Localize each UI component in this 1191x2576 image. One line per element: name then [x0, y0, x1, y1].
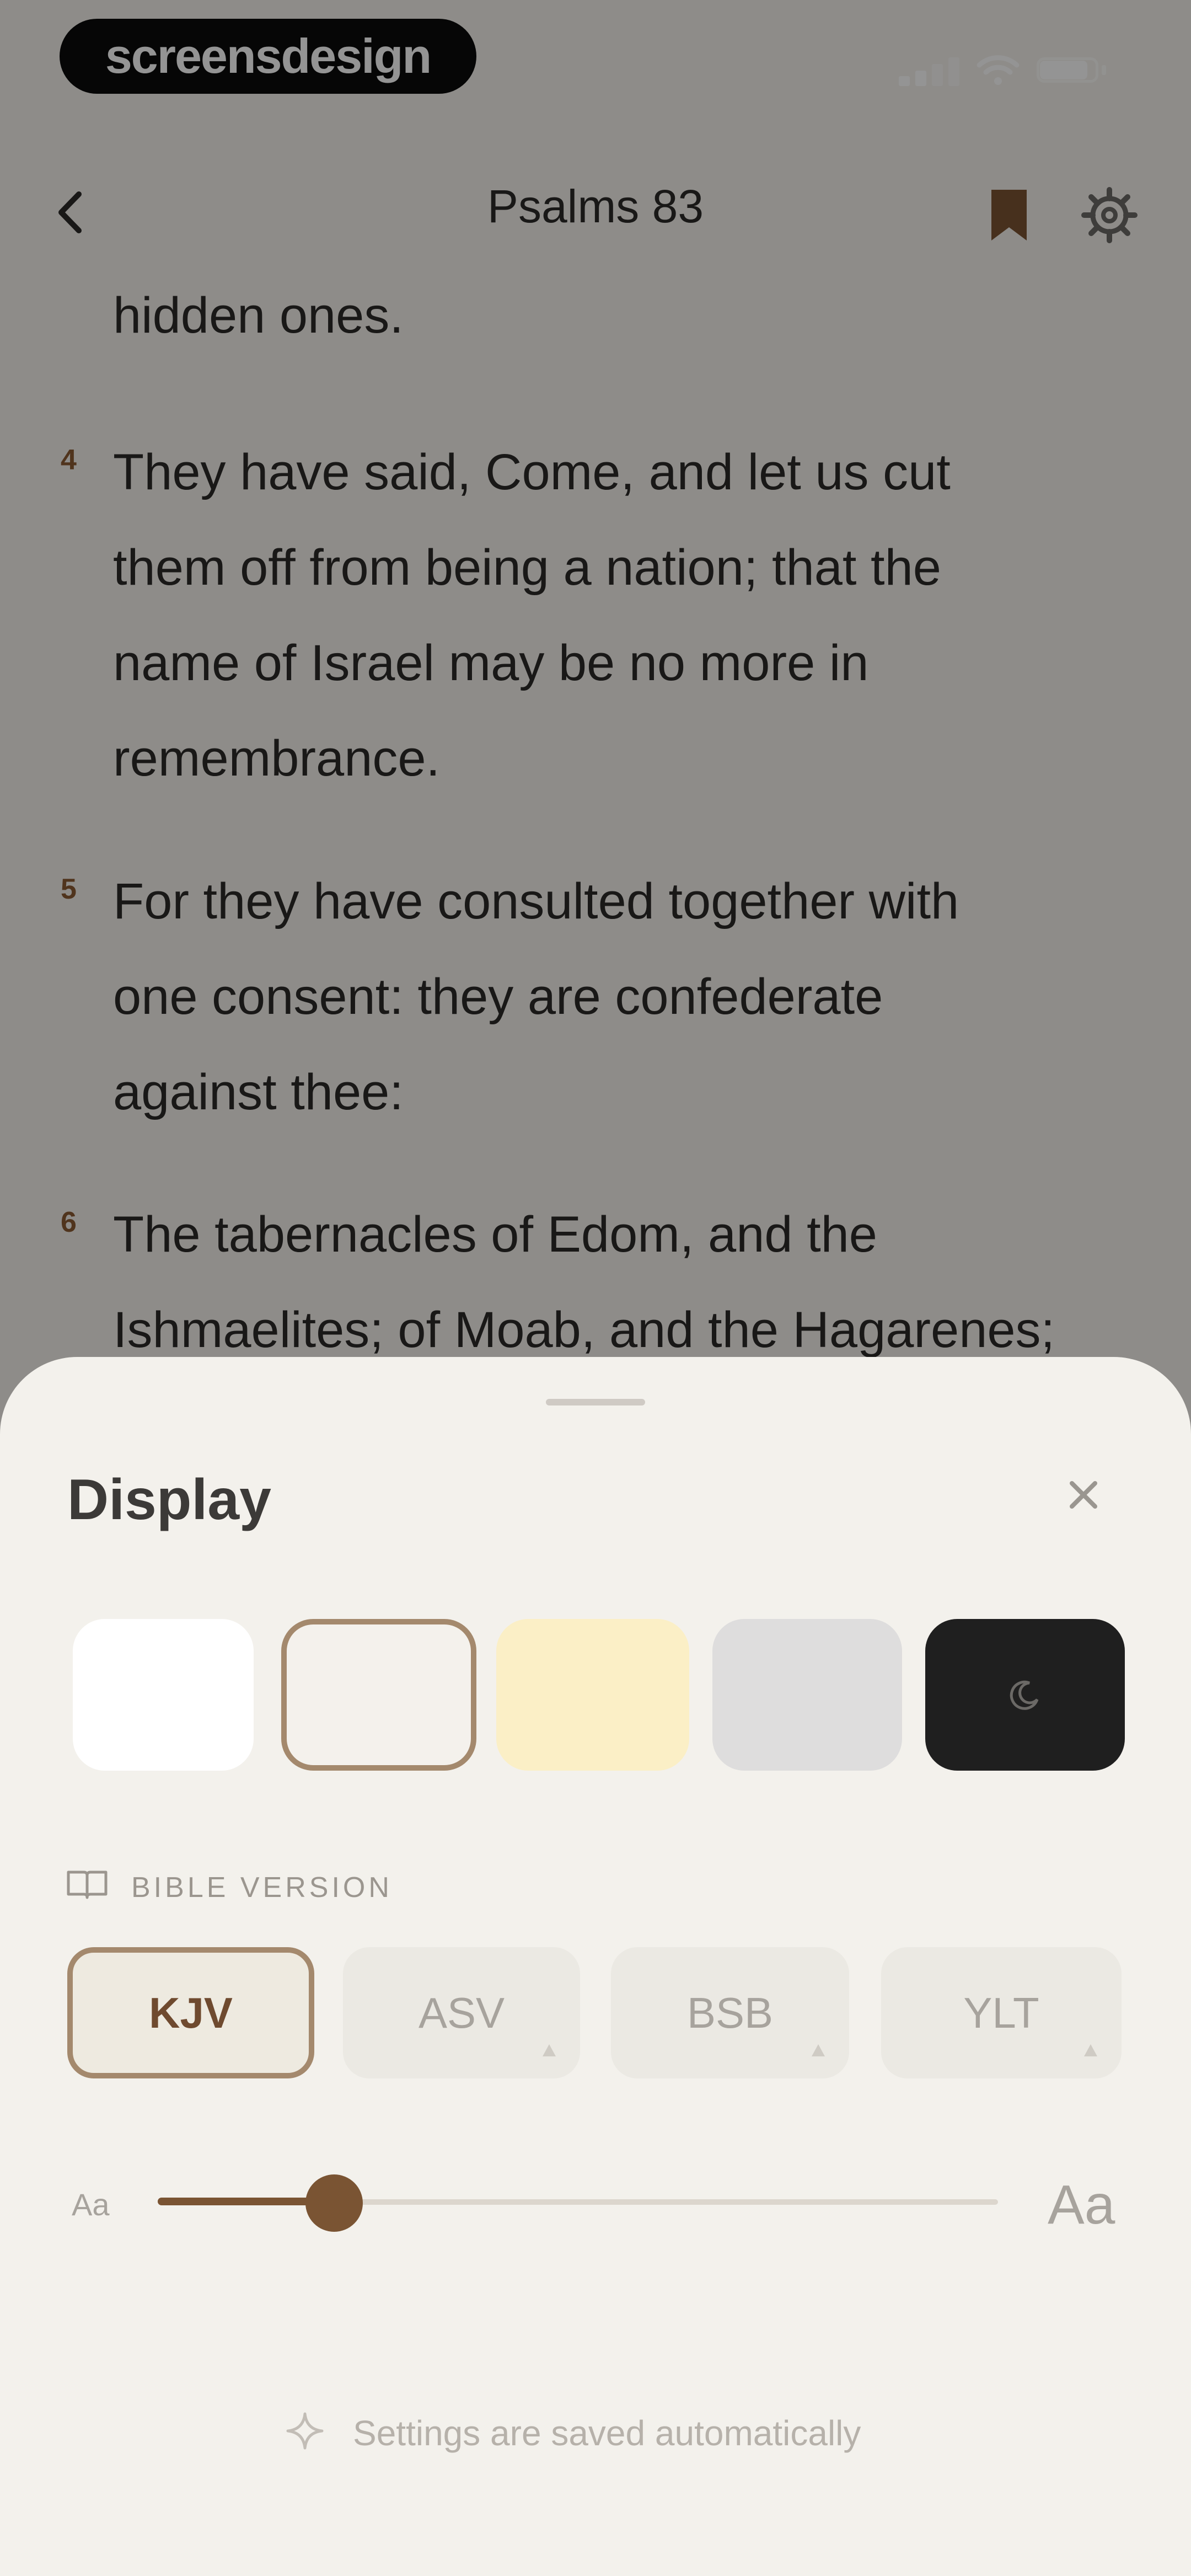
version-label: KJV [149, 1989, 233, 2037]
bible-version-text: BIBLE VERSION [131, 1872, 393, 1904]
open-book-icon [67, 1870, 108, 1899]
sheet-title: Display [67, 1468, 271, 1532]
lock-icon [543, 2044, 556, 2056]
version-ylt-button[interactable]: YLT [881, 1947, 1122, 2078]
version-label: BSB [686, 1989, 774, 2037]
autosave-note: Settings are saved automatically [0, 2405, 1191, 2455]
theme-gray-swatch[interactable] [712, 1619, 902, 1771]
autosave-text: Settings are saved automatically [353, 2413, 861, 2453]
theme-sepia-swatch[interactable] [496, 1619, 689, 1771]
reader-screen: screensdesign Psalms 83 hidden ones. 4 T… [0, 0, 1191, 2576]
version-label: YLT [963, 1989, 1039, 2037]
lock-icon [1084, 2044, 1097, 2056]
version-label: ASV [418, 1989, 505, 2037]
lock-icon [812, 2044, 825, 2056]
sparkle-icon [286, 2412, 324, 2450]
font-size-slider-thumb[interactable] [305, 2174, 363, 2232]
theme-cream-swatch[interactable] [281, 1619, 476, 1771]
display-sheet: Display BIBLE VERSION KJV ASV BSB YLT Aa… [0, 1357, 1191, 2576]
theme-white-swatch[interactable] [73, 1619, 254, 1771]
version-bsb-button[interactable]: BSB [611, 1947, 849, 2078]
close-icon[interactable] [1059, 1470, 1108, 1520]
theme-dark-swatch[interactable] [925, 1619, 1125, 1771]
font-size-large-label: Aa [1048, 2174, 1115, 2236]
moon-icon [1010, 1680, 1039, 1710]
sheet-drag-handle[interactable] [546, 1399, 645, 1405]
version-kjv-button[interactable]: KJV [67, 1947, 314, 2078]
font-size-control: Aa Aa [0, 2168, 1191, 2236]
font-size-small-label: Aa [72, 2187, 110, 2222]
version-asv-button[interactable]: ASV [343, 1947, 580, 2078]
